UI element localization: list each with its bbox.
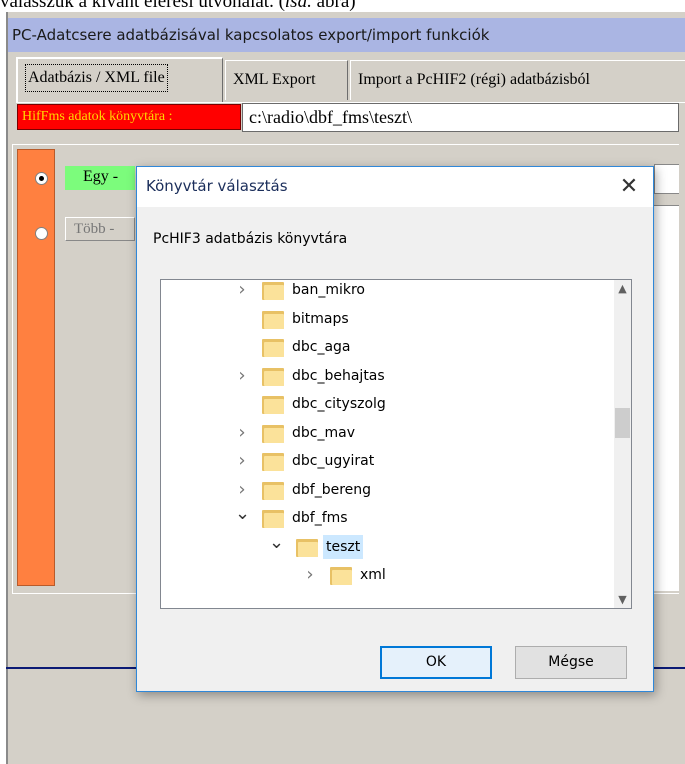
folder-icon [262, 394, 284, 414]
tree-item[interactable]: bitmaps [161, 305, 601, 333]
chevron-right-icon[interactable]: › [235, 280, 249, 300]
title-bar: PC-Adatcsere adatbázisával kapcsolatos e… [8, 18, 685, 52]
window-title: PC-Adatcsere adatbázisával kapcsolatos e… [12, 26, 490, 44]
background-field [654, 164, 679, 194]
tab-import-pchif2[interactable]: Import a PcHIF2 (régi) adatbázisból [350, 60, 685, 100]
chevron-down-icon[interactable]: ⌄ [269, 532, 284, 553]
folder-icon [262, 366, 284, 386]
orange-side-bar [17, 149, 55, 586]
chevron-down-icon[interactable]: ⌄ [235, 504, 250, 524]
folder-icon [262, 423, 284, 443]
folder-icon [262, 309, 284, 329]
ok-button[interactable]: OK [380, 646, 492, 679]
tree-item-label: dbc_mav [292, 424, 355, 441]
path-input[interactable]: c:\radio\dbf_fms\teszt\ [242, 103, 679, 132]
chevron-right-icon[interactable]: › [303, 565, 317, 585]
tree-item[interactable]: › ban_mikro [161, 280, 601, 304]
tab-adatbazis-xml[interactable]: Adatbázis / XML file [16, 57, 223, 103]
scroll-down-icon[interactable]: ▼ [614, 591, 631, 608]
tree-item-label: dbc_aga [292, 339, 351, 355]
path-label: HifFms adatok könyvtára : [17, 104, 241, 130]
tree-item[interactable]: › dbc_mav [161, 419, 601, 447]
folder-icon [296, 537, 318, 557]
close-icon[interactable]: ✕ [611, 170, 647, 204]
option-egy-label[interactable]: Egy - [65, 166, 135, 190]
option-tobb-label[interactable]: Több - [65, 217, 135, 241]
dialog-title: Könyvtár választás [146, 177, 288, 195]
tab-xml-export[interactable]: XML Export [225, 60, 348, 100]
tree-item[interactable]: › dbf_bereng [161, 476, 601, 504]
folder-icon [262, 451, 284, 471]
chevron-spacer [235, 394, 249, 414]
chevron-right-icon[interactable]: › [235, 365, 249, 386]
tree-item[interactable]: dbc_cityszolg [161, 390, 601, 418]
scroll-up-icon[interactable]: ▲ [614, 280, 631, 297]
folder-icon [262, 480, 284, 500]
folder-icon [330, 565, 352, 585]
tree-item-label: bitmaps [292, 310, 349, 327]
tree-item-label: ban_mikro [292, 282, 365, 298]
radio-egy[interactable] [35, 172, 48, 185]
chevron-spacer [235, 309, 249, 329]
dialog-title-bar: Könyvtár választás ✕ [137, 167, 653, 207]
scroll-thumb[interactable] [615, 408, 630, 438]
tree-item-label: dbc_behajtas [292, 367, 385, 384]
dialog-prompt: PcHIF3 adatbázis könyvtára [153, 231, 348, 247]
tree-item[interactable]: › xml [161, 561, 601, 589]
tree-item-label: dbf_bereng [292, 481, 372, 498]
chevron-right-icon[interactable]: › [235, 451, 249, 471]
folder-picker-dialog: Könyvtár választás ✕ PcHIF3 adatbázis kö… [136, 166, 654, 692]
folder-icon [262, 508, 284, 528]
background-list [654, 205, 679, 591]
cancel-button[interactable]: Mégse [515, 646, 627, 679]
tree-item[interactable]: ⌄ teszt [161, 532, 601, 561]
tree-item[interactable]: › dbc_behajtas [161, 362, 601, 390]
radio-tobb[interactable] [35, 227, 48, 240]
folder-tree[interactable]: › ban_mikrobitmaps dbc_aga › dbc_behajtasdbc… [160, 279, 632, 609]
tree-item[interactable]: dbc_aga [161, 333, 601, 361]
radio-selected-dot [39, 176, 44, 181]
chevron-right-icon[interactable]: › [235, 422, 249, 443]
chevron-spacer [235, 337, 249, 357]
tree-item-label: xml [360, 567, 386, 583]
chevron-right-icon[interactable]: › [235, 479, 249, 500]
tree-scrollbar[interactable]: ▲ ▼ [614, 280, 631, 608]
folder-icon [262, 337, 284, 357]
tree-item-label: dbf_fms [292, 510, 348, 526]
folder-icon [262, 280, 284, 300]
tree-item-label: teszt [323, 534, 364, 559]
tree-item[interactable]: › dbc_ugyirat [161, 447, 601, 475]
tree-item-label: dbc_cityszolg [292, 396, 386, 412]
tree-item[interactable]: ⌄ dbf_fms [161, 504, 601, 532]
tree-item-label: dbc_ugyirat [292, 453, 375, 469]
